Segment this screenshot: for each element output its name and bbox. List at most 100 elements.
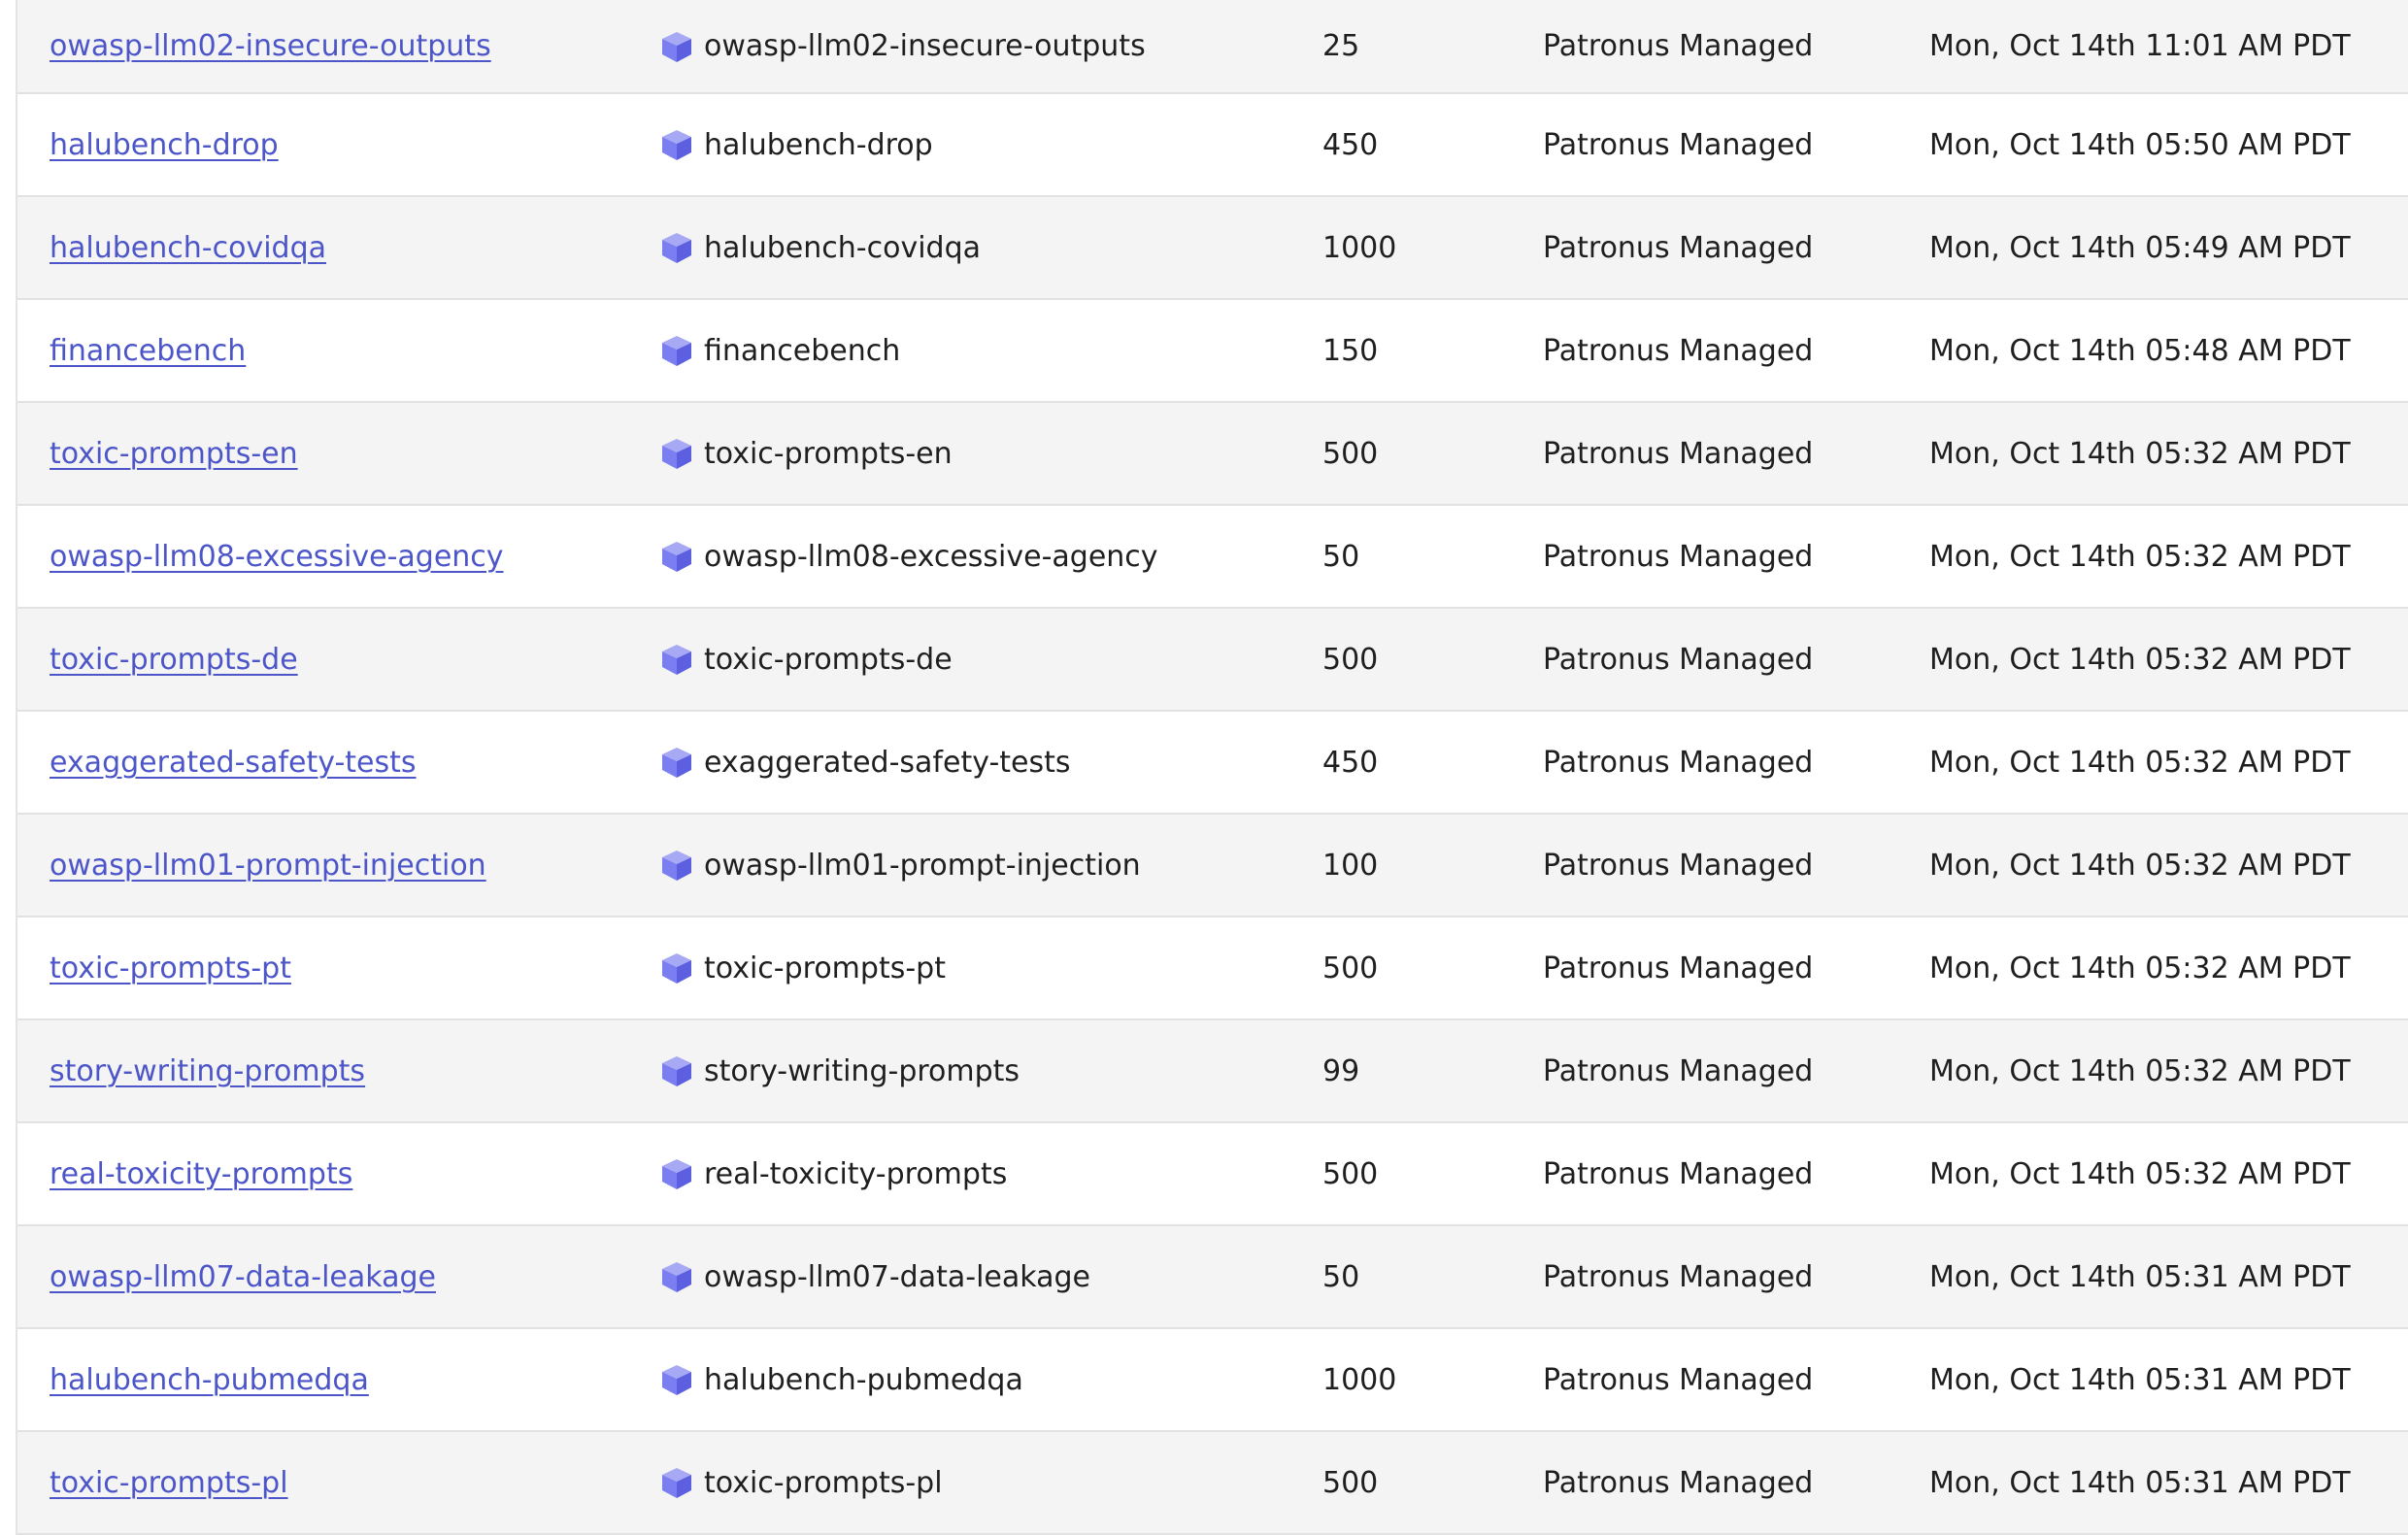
dataset-name-link[interactable]: halubench-pubmedqa xyxy=(50,1363,369,1397)
table-row[interactable]: owasp-llm02-insecure-outputs owasp-llm02… xyxy=(17,0,2408,94)
dataset-label: toxic-prompts-en xyxy=(704,436,953,471)
dataset-label: story-writing-prompts xyxy=(704,1053,1020,1088)
name-cell: halubench-covidqa xyxy=(50,197,326,298)
dataset-label: exaggerated-safety-tests xyxy=(704,745,1071,780)
samples-count: 99 xyxy=(1322,1053,1360,1088)
created-timestamp: Mon, Oct 14th 05:32 AM PDT xyxy=(1929,642,2351,677)
table-row[interactable]: owasp-llm07-data-leakage owasp-llm07-dat… xyxy=(17,1226,2408,1329)
name-cell: owasp-llm08-excessive-agency xyxy=(50,506,504,607)
name-cell: toxic-prompts-de xyxy=(50,609,298,710)
dataset-name-link[interactable]: owasp-llm07-data-leakage xyxy=(50,1260,436,1294)
table-row[interactable]: toxic-prompts-pl toxic-prompts-pl 500 Pa… xyxy=(17,1432,2408,1535)
samples-count: 150 xyxy=(1322,333,1379,368)
dataset-name-link[interactable]: financebench xyxy=(50,334,246,368)
created-timestamp: Mon, Oct 14th 05:32 AM PDT xyxy=(1929,1156,2351,1191)
dataset-label: halubench-drop xyxy=(704,127,933,162)
table-row[interactable]: halubench-covidqa halubench-covidqa 1000… xyxy=(17,197,2408,300)
created-timestamp: Mon, Oct 14th 05:32 AM PDT xyxy=(1929,436,2351,471)
dataset-name-link[interactable]: story-writing-prompts xyxy=(50,1054,365,1088)
created-timestamp: Mon, Oct 14th 05:32 AM PDT xyxy=(1929,745,2351,780)
dataset-name-link[interactable]: toxic-prompts-de xyxy=(50,643,298,677)
dataset-label: toxic-prompts-pt xyxy=(704,951,946,985)
dataset-cell: financebench xyxy=(659,300,900,401)
samples-count: 1000 xyxy=(1322,230,1397,265)
table-row[interactable]: toxic-prompts-de toxic-prompts-de 500 Pa… xyxy=(17,609,2408,712)
dataset-name-link[interactable]: toxic-prompts-pl xyxy=(50,1466,288,1500)
table-row[interactable]: financebench financebench 150 Patronus M… xyxy=(17,300,2408,403)
created-timestamp: Mon, Oct 14th 05:32 AM PDT xyxy=(1929,1053,2351,1088)
owner-label: Patronus Managed xyxy=(1543,951,1814,985)
cube-icon xyxy=(659,642,694,677)
name-cell: halubench-pubmedqa xyxy=(50,1329,369,1430)
dataset-cell: owasp-llm02-insecure-outputs xyxy=(659,0,1146,92)
samples-count: 25 xyxy=(1322,29,1360,63)
table-row[interactable]: real-toxicity-prompts real-toxicity-prom… xyxy=(17,1123,2408,1226)
table-row[interactable]: owasp-llm01-prompt-injection owasp-llm01… xyxy=(17,815,2408,918)
datasets-table: owasp-llm02-insecure-outputs owasp-llm02… xyxy=(16,0,2408,1535)
cube-icon xyxy=(659,745,694,780)
samples-count: 500 xyxy=(1322,951,1379,985)
dataset-label: financebench xyxy=(704,333,901,368)
samples-count: 500 xyxy=(1322,1465,1379,1500)
cube-icon xyxy=(659,436,694,471)
owner-label: Patronus Managed xyxy=(1543,1053,1814,1088)
table-row[interactable]: story-writing-prompts story-writing-prom… xyxy=(17,1020,2408,1123)
samples-count: 450 xyxy=(1322,745,1379,780)
owner-label: Patronus Managed xyxy=(1543,745,1814,780)
dataset-name-link[interactable]: halubench-covidqa xyxy=(50,231,326,265)
name-cell: story-writing-prompts xyxy=(50,1020,365,1121)
cube-icon xyxy=(659,1362,694,1397)
table-row[interactable]: toxic-prompts-pt toxic-prompts-pt 500 Pa… xyxy=(17,918,2408,1020)
samples-count: 500 xyxy=(1322,642,1379,677)
table-row[interactable]: owasp-llm08-excessive-agency owasp-llm08… xyxy=(17,506,2408,609)
created-timestamp: Mon, Oct 14th 05:32 AM PDT xyxy=(1929,848,2351,883)
name-cell: owasp-llm07-data-leakage xyxy=(50,1226,436,1327)
owner-label: Patronus Managed xyxy=(1543,1362,1814,1397)
dataset-cell: real-toxicity-prompts xyxy=(659,1123,1007,1224)
cube-icon xyxy=(659,29,694,64)
samples-count: 50 xyxy=(1322,1259,1360,1294)
name-cell: halubench-drop xyxy=(50,94,279,195)
owner-label: Patronus Managed xyxy=(1543,230,1814,265)
dataset-cell: halubench-pubmedqa xyxy=(659,1329,1023,1430)
dataset-label: real-toxicity-prompts xyxy=(704,1156,1008,1191)
owner-label: Patronus Managed xyxy=(1543,1465,1814,1500)
owner-label: Patronus Managed xyxy=(1543,848,1814,883)
dataset-cell: owasp-llm08-excessive-agency xyxy=(659,506,1158,607)
table-row[interactable]: toxic-prompts-en toxic-prompts-en 500 Pa… xyxy=(17,403,2408,506)
created-timestamp: Mon, Oct 14th 05:31 AM PDT xyxy=(1929,1465,2351,1500)
dataset-cell: story-writing-prompts xyxy=(659,1020,1020,1121)
dataset-cell: owasp-llm01-prompt-injection xyxy=(659,815,1141,916)
owner-label: Patronus Managed xyxy=(1543,1156,1814,1191)
name-cell: exaggerated-safety-tests xyxy=(50,712,417,813)
dataset-label: owasp-llm01-prompt-injection xyxy=(704,848,1141,883)
created-timestamp: Mon, Oct 14th 05:31 AM PDT xyxy=(1929,1362,2351,1397)
dataset-label: halubench-pubmedqa xyxy=(704,1362,1023,1397)
table-row[interactable]: halubench-pubmedqa halubench-pubmedqa 10… xyxy=(17,1329,2408,1432)
samples-count: 100 xyxy=(1322,848,1379,883)
dataset-name-link[interactable]: halubench-drop xyxy=(50,128,279,162)
owner-label: Patronus Managed xyxy=(1543,539,1814,574)
cube-icon xyxy=(659,127,694,162)
dataset-name-link[interactable]: real-toxicity-prompts xyxy=(50,1157,352,1191)
cube-icon xyxy=(659,1259,694,1294)
dataset-label: halubench-covidqa xyxy=(704,230,981,265)
name-cell: toxic-prompts-en xyxy=(50,403,298,504)
table-row[interactable]: halubench-drop halubench-drop 450 Patron… xyxy=(17,94,2408,197)
created-timestamp: Mon, Oct 14th 05:50 AM PDT xyxy=(1929,127,2351,162)
dataset-name-link[interactable]: exaggerated-safety-tests xyxy=(50,746,417,780)
dataset-label: toxic-prompts-de xyxy=(704,642,953,677)
dataset-name-link[interactable]: owasp-llm02-insecure-outputs xyxy=(50,29,491,63)
dataset-name-link[interactable]: owasp-llm08-excessive-agency xyxy=(50,540,504,574)
dataset-name-link[interactable]: owasp-llm01-prompt-injection xyxy=(50,849,486,883)
dataset-name-link[interactable]: toxic-prompts-pt xyxy=(50,951,291,985)
owner-label: Patronus Managed xyxy=(1543,29,1814,63)
dataset-name-link[interactable]: toxic-prompts-en xyxy=(50,437,298,471)
created-timestamp: Mon, Oct 14th 11:01 AM PDT xyxy=(1929,29,2351,63)
dataset-label: owasp-llm02-insecure-outputs xyxy=(704,29,1146,63)
owner-label: Patronus Managed xyxy=(1543,436,1814,471)
table-row[interactable]: exaggerated-safety-tests exaggerated-saf… xyxy=(17,712,2408,815)
samples-count: 1000 xyxy=(1322,1362,1397,1397)
dataset-cell: toxic-prompts-de xyxy=(659,609,953,710)
name-cell: owasp-llm01-prompt-injection xyxy=(50,815,486,916)
